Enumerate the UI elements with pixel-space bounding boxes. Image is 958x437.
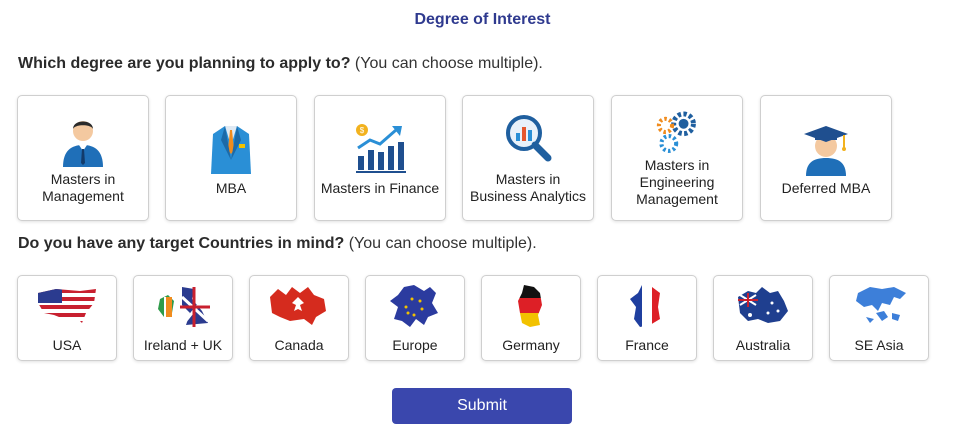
country-card-australia[interactable]: Australia [713, 275, 813, 361]
se-asia-map-icon [856, 286, 906, 323]
degree-question-hint: (You can choose multiple). [350, 55, 543, 72]
label-line: Business Analytics [470, 188, 586, 204]
business-suit-icon [211, 125, 251, 174]
degree-card-masters-in-business-analytics[interactable]: Masters in Business Analytics [462, 95, 594, 221]
degree-card-mba[interactable]: MBA [165, 95, 297, 221]
label-line: Masters in [644, 156, 710, 173]
gears-icon [656, 110, 696, 153]
degree-label: Masters in Business Analytics [470, 171, 586, 205]
country-card-europe[interactable]: Europe [365, 275, 465, 361]
degree-card-deferred-mba[interactable]: Deferred MBA [760, 95, 892, 221]
degree-label: Masters in Finance [321, 180, 439, 197]
country-card-canada[interactable]: Canada [249, 275, 349, 361]
label-line: Management [42, 188, 124, 204]
australia-flag-map-icon [738, 286, 788, 323]
country-question: Do you have any target Countries in mind… [18, 235, 537, 253]
ireland-uk-flag-map-icon [158, 286, 210, 327]
usa-flag-map-icon [38, 288, 96, 323]
country-card-usa[interactable]: USA [17, 275, 117, 361]
country-label: SE Asia [854, 336, 904, 353]
degree-question: Which degree are you planning to apply t… [18, 55, 543, 73]
label-line: MBA [215, 179, 247, 196]
graduate-cap-icon [804, 125, 848, 176]
label-line: Deferred MBA [781, 179, 871, 196]
submit-button[interactable]: Submit [392, 388, 572, 424]
finance-chart-icon: $ [356, 123, 406, 173]
form-title: Degree of Interest [414, 11, 551, 28]
degree-card-masters-in-management[interactable]: Masters in Management [17, 95, 149, 221]
degree-label: Masters in Management [42, 171, 124, 205]
france-flag-map-icon [630, 284, 660, 327]
country-label: Ireland + UK [143, 336, 223, 353]
degree-label: MBA [216, 180, 246, 197]
country-card-ireland-uk[interactable]: Ireland + UK [133, 275, 233, 361]
canada-flag-map-icon [270, 286, 326, 325]
degree-label: Deferred MBA [782, 180, 871, 197]
country-label: Europe [392, 336, 438, 353]
label-line: Engineering [639, 173, 715, 190]
country-label: France [625, 336, 669, 353]
country-card-france[interactable]: France [597, 275, 697, 361]
label-line: Masters in [495, 171, 561, 187]
label-line: Masters in Finance [320, 179, 440, 196]
label-line: Masters in [50, 171, 116, 187]
germany-flag-map-icon [518, 284, 542, 327]
country-question-hint: (You can choose multiple). [344, 235, 537, 252]
manager-person-icon [63, 121, 103, 167]
degree-question-text: Which degree are you planning to apply t… [18, 55, 351, 72]
country-label: Germany [502, 336, 560, 353]
europe-flag-map-icon [390, 284, 438, 327]
degree-card-masters-in-finance[interactable]: $ Masters in Finance [314, 95, 446, 221]
analytics-magnifier-icon [506, 115, 552, 162]
label-line: Management [636, 190, 718, 207]
degree-card-masters-in-engineering-management[interactable]: Masters in Engineering Management [611, 95, 743, 221]
country-label: USA [52, 336, 82, 353]
country-label: Australia [735, 336, 791, 353]
country-label: Canada [274, 336, 324, 353]
svg-text:$: $ [360, 126, 365, 135]
degree-label: Masters in Engineering Management [636, 157, 718, 208]
country-question-text: Do you have any target Countries in mind… [18, 235, 345, 252]
country-card-germany[interactable]: Germany [481, 275, 581, 361]
country-card-se-asia[interactable]: SE Asia [829, 275, 929, 361]
